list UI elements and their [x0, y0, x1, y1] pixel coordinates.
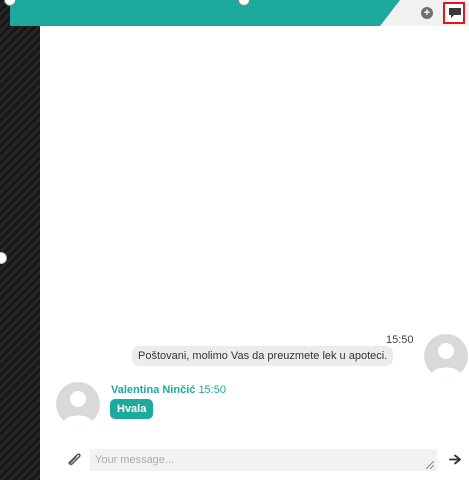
send-icon[interactable]: [449, 454, 462, 465]
incoming-message-bubble: Hvala: [110, 399, 154, 419]
add-icon[interactable]: +: [421, 7, 433, 19]
avatar: [56, 382, 100, 426]
message-author: Valentina Ninčić 15:50: [111, 384, 226, 396]
resize-grip-icon[interactable]: [424, 461, 434, 469]
message-time: 15:50: [386, 334, 414, 346]
resize-handle-center[interactable]: [238, 0, 250, 6]
chat-button[interactable]: [443, 2, 465, 24]
paperclip-icon[interactable]: [66, 452, 82, 466]
top-bar: [4, 0, 400, 26]
resize-handle[interactable]: [0, 252, 7, 264]
chat-icon: [449, 8, 461, 18]
chat-panel: [40, 26, 469, 480]
message-time: 15:50: [198, 384, 226, 396]
author-name: Valentina Ninčić: [111, 384, 196, 396]
left-dark-strip: [0, 0, 40, 480]
avatar: [424, 334, 468, 378]
outgoing-message-bubble: Poštovani, molimo Vas da preuzmete lek u…: [132, 346, 394, 366]
message-input[interactable]: [90, 449, 437, 471]
